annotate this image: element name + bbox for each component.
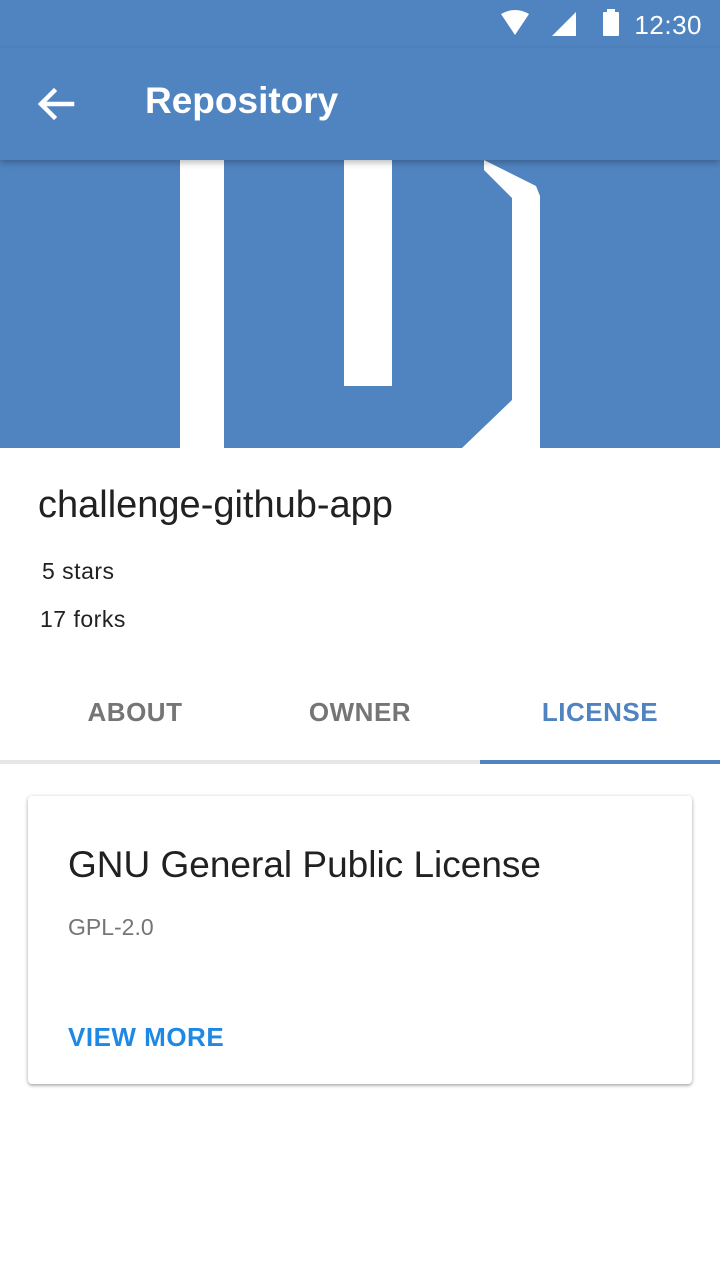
- wifi-icon: [501, 10, 529, 35]
- page-title: Repository: [145, 80, 339, 121]
- tab-active-indicator: [480, 760, 720, 764]
- license-key: GPL-2.0: [68, 914, 154, 940]
- repository-screen: 12:30 Repository challenge-github-app 5 …: [0, 0, 720, 1280]
- signal-icon: [552, 12, 576, 36]
- repository-hero-image: [0, 160, 720, 448]
- repository-forks: 17 forks: [40, 606, 126, 632]
- view-more-button[interactable]: VIEW MORE: [68, 1022, 224, 1053]
- tab-owner[interactable]: OWNER: [240, 666, 480, 764]
- status-bar: 12:30: [0, 0, 720, 48]
- tab-bar: ABOUT OWNER LICENSE: [0, 666, 720, 764]
- battery-icon: [603, 9, 619, 36]
- owner-avatar-image: [0, 160, 720, 448]
- app-bar: Repository: [0, 48, 720, 160]
- tab-about[interactable]: ABOUT: [15, 666, 255, 764]
- license-name: GNU General Public License: [68, 844, 541, 885]
- tab-license[interactable]: LICENSE: [480, 666, 720, 764]
- license-card: GNU General Public License GPL-2.0 VIEW …: [28, 796, 692, 1084]
- arrow-back-icon[interactable]: [34, 84, 78, 124]
- repository-stars: 5 stars: [42, 558, 115, 584]
- repository-name: challenge-github-app: [38, 484, 393, 526]
- status-time: 12:30: [634, 10, 702, 40]
